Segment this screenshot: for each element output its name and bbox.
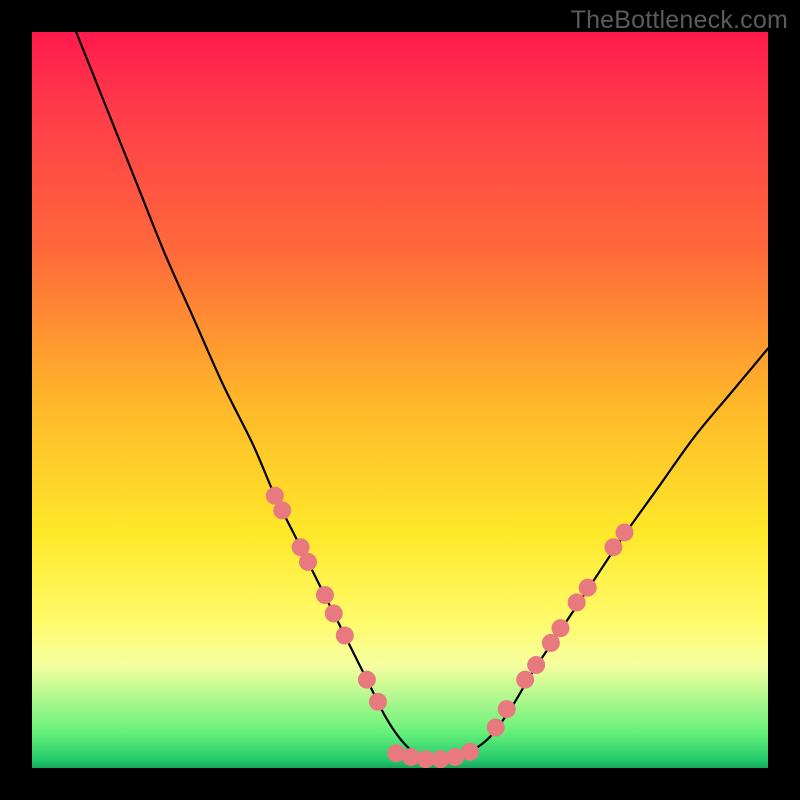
right-cluster-point	[542, 634, 560, 652]
left-cluster-point	[325, 604, 343, 622]
trough-point	[402, 748, 420, 766]
right-cluster-point	[527, 656, 545, 674]
trough-point	[431, 750, 449, 768]
right-cluster-point	[487, 719, 505, 737]
left-cluster-point	[266, 487, 284, 505]
left-cluster-point	[336, 627, 354, 645]
right-cluster-point	[604, 538, 622, 556]
bottleneck-curve	[76, 32, 768, 762]
trough-point	[461, 743, 479, 761]
left-cluster-point	[299, 553, 317, 571]
trough-point	[387, 744, 405, 762]
trough-point	[446, 748, 464, 766]
marker-layer	[266, 487, 634, 768]
left-cluster-point	[358, 671, 376, 689]
right-cluster-point	[498, 700, 516, 718]
right-cluster-point	[579, 579, 597, 597]
right-cluster-point	[516, 671, 534, 689]
left-cluster-point	[273, 501, 291, 519]
curve-layer	[32, 32, 768, 768]
chart-frame: TheBottleneck.com	[0, 0, 800, 800]
left-cluster-point	[369, 693, 387, 711]
right-cluster-point	[568, 593, 586, 611]
right-cluster-point	[551, 619, 569, 637]
plot-area	[32, 32, 768, 768]
left-cluster-point	[316, 586, 334, 604]
left-cluster-point	[292, 538, 310, 556]
trough-point	[417, 750, 435, 768]
right-cluster-point	[615, 523, 633, 541]
watermark-text: TheBottleneck.com	[571, 6, 788, 35]
